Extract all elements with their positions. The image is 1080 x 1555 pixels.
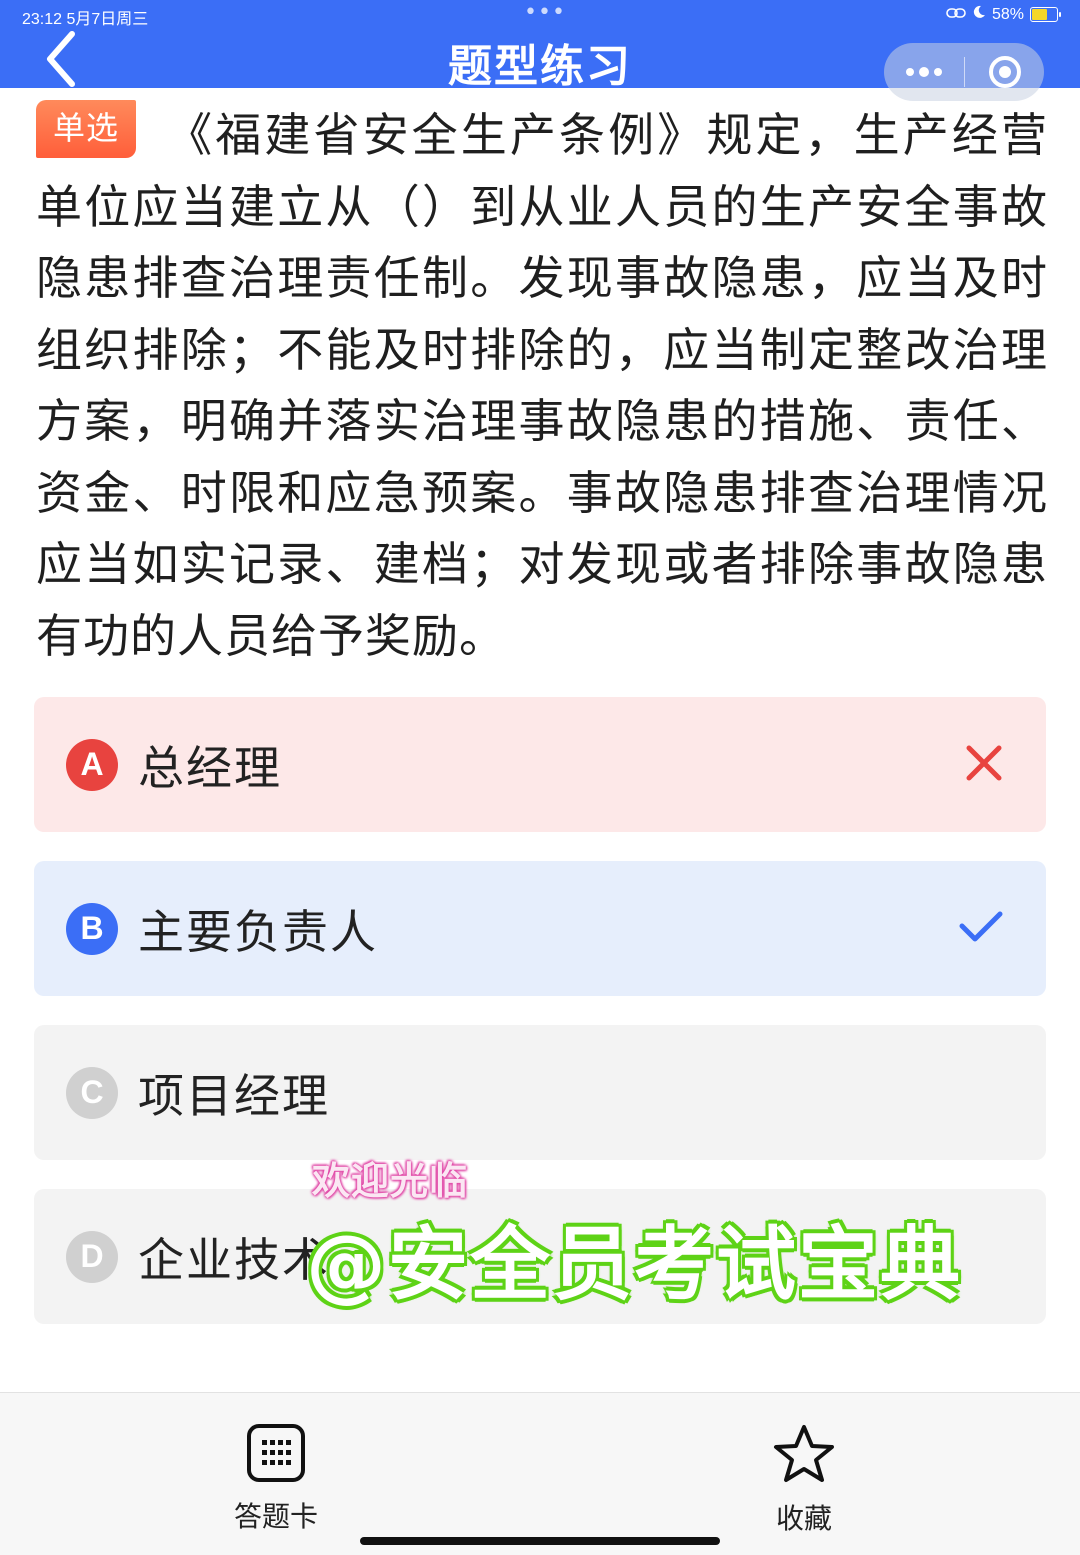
star-icon — [774, 1425, 834, 1482]
battery-percent: 58% — [991, 5, 1024, 23]
cross-icon — [964, 743, 1004, 787]
watermark-account: @安全员考试宝典 — [306, 1218, 962, 1311]
option-letter: C — [66, 1066, 118, 1119]
question-stem: 单选 《福建省安全生产条例》规定，生产经营单位应当建立从（）到从业人员的生产安全事… — [36, 100, 1048, 672]
check-icon — [958, 910, 1004, 948]
option-text: 总经理 — [138, 740, 282, 795]
battery-charging-icon — [1030, 7, 1061, 22]
option-text: 企业技术 — [138, 1232, 330, 1287]
status-dots: ••• — [524, 0, 566, 25]
option-letter: D — [66, 1230, 118, 1283]
favorite-label: 收藏 — [775, 1502, 832, 1535]
favorite-button[interactable]: 收藏 — [744, 1423, 864, 1537]
option-c[interactable]: C 项目经理 — [34, 1025, 1046, 1160]
target-icon — [988, 56, 1021, 88]
close-mini-program-button[interactable] — [965, 43, 1044, 101]
status-time-date: 23:12 5月7日周三 — [22, 11, 149, 28]
grid-icon — [247, 1424, 305, 1482]
answer-card-label: 答题卡 — [233, 1500, 318, 1533]
moon-icon — [972, 5, 986, 24]
question-text: 《福建省安全生产条例》规定，生产经营单位应当建立从（）到从业人员的生产安全事故隐… — [36, 108, 1048, 663]
option-b[interactable]: B 主要负责人 — [34, 861, 1046, 996]
watermark-welcome: 欢迎光临 — [312, 1159, 469, 1203]
link-icon — [946, 6, 966, 24]
mini-program-capsule — [884, 43, 1044, 101]
home-indicator[interactable] — [360, 1537, 720, 1545]
bottom-toolbar: 答题卡 收藏 — [0, 1392, 1080, 1555]
more-button[interactable] — [884, 43, 964, 101]
status-right: 58% — [946, 5, 1061, 24]
option-text: 项目经理 — [138, 1068, 330, 1123]
option-letter: A — [66, 738, 118, 791]
more-dots-icon — [906, 67, 942, 77]
answer-card-button[interactable]: 答题卡 — [216, 1423, 336, 1535]
option-letter: B — [66, 902, 118, 955]
option-a[interactable]: A 总经理 — [34, 697, 1046, 832]
option-text: 主要负责人 — [138, 904, 378, 959]
question-type-badge: 单选 — [36, 100, 137, 158]
